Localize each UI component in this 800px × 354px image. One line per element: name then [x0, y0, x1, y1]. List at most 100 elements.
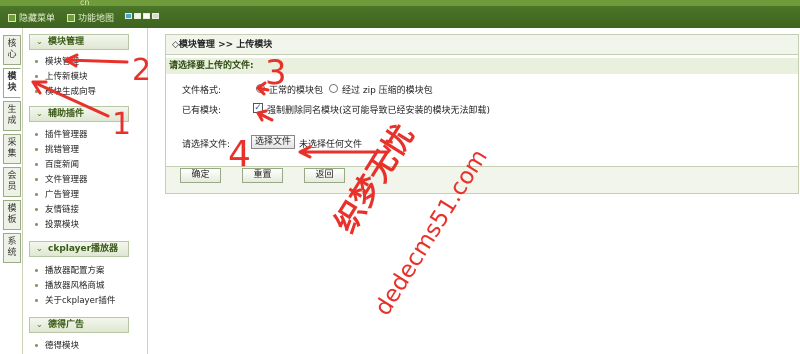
- skin-swatch[interactable]: [134, 13, 141, 19]
- format-radio-normal[interactable]: [256, 84, 265, 93]
- site-map-icon: [67, 13, 75, 22]
- menu-group-title: ckplayer播放器: [48, 244, 119, 254]
- menu-item-upload-module[interactable]: 上传新模块: [35, 70, 88, 84]
- hide-menu-icon: [8, 13, 16, 22]
- menu-item-label: 广告管理: [45, 190, 80, 200]
- tab-members[interactable]: 会员: [3, 167, 21, 197]
- menu-group-title: 模块管理: [48, 37, 85, 47]
- menu-item-label: 德得模块: [45, 341, 80, 351]
- menu-item-module-wizard[interactable]: 模块生成向导: [35, 85, 96, 99]
- skin-swatch[interactable]: [152, 13, 159, 19]
- menu-item-label: 百度新闻: [45, 160, 80, 170]
- menu-item-label: 模块管理: [45, 57, 80, 67]
- chevron-down-icon: ⌄: [36, 320, 43, 329]
- skin-swatch[interactable]: [125, 13, 132, 19]
- choose-file-button[interactable]: 选择文件: [251, 135, 295, 149]
- breadcrumb-parent[interactable]: ◇模块管理: [172, 40, 215, 50]
- skin-swatches: [125, 13, 159, 19]
- tab-label: 会员: [7, 171, 17, 192]
- bullet-icon: [35, 75, 38, 78]
- chevron-down-icon: ⌄: [36, 244, 43, 253]
- bullet-icon: [35, 163, 38, 166]
- tab-label: 采集: [7, 138, 17, 159]
- brand-text: cn: [80, 0, 90, 7]
- tab-label: 核心: [7, 39, 17, 60]
- reset-button[interactable]: 重置: [242, 168, 283, 183]
- menu-item-label: 模块生成向导: [45, 87, 97, 97]
- menu-group-title: 辅助插件: [48, 109, 85, 119]
- hide-menu-label: 隐藏菜单: [19, 14, 56, 24]
- tab-label: 模板: [7, 204, 17, 225]
- skin-swatch[interactable]: [143, 13, 150, 19]
- format-radio-zip[interactable]: [329, 84, 338, 93]
- brand-strip: [0, 0, 800, 6]
- side-menu: ⌄ 模块管理 模块管理 上传新模块 模块生成向导 ⌄ 辅助插件 插件管理器 挑错…: [22, 28, 139, 354]
- tab-templates[interactable]: 模板: [3, 200, 21, 230]
- chevron-down-icon: ⌄: [36, 37, 43, 46]
- top-toolbar: cn 隐藏菜单 功能地图: [0, 0, 800, 28]
- bullet-icon: [35, 284, 38, 287]
- site-map-button[interactable]: 功能地图: [67, 11, 114, 24]
- confirm-button[interactable]: 确定: [180, 168, 221, 183]
- tab-modules[interactable]: 模块: [3, 68, 21, 98]
- format-normal-label: 正常的模块包: [269, 86, 324, 96]
- bullet-icon: [35, 148, 38, 151]
- section-title: 请选择要上传的文件:: [166, 58, 798, 74]
- menu-group-dede-ads[interactable]: ⌄ 德得广告: [29, 317, 129, 333]
- menu-item-vote[interactable]: 投票模块: [35, 218, 79, 232]
- menu-item-error-report[interactable]: 挑错管理: [35, 143, 79, 157]
- menu-item-friend-links[interactable]: 友情链接: [35, 203, 79, 217]
- frame-divider: [147, 28, 148, 354]
- hide-menu-button[interactable]: 隐藏菜单: [8, 11, 55, 24]
- menu-item-label: 播放器风格商城: [45, 281, 105, 291]
- back-button[interactable]: 返回: [304, 168, 345, 183]
- tab-core[interactable]: 核心: [3, 35, 21, 65]
- menu-item-label: 关于ckplayer插件: [45, 296, 116, 306]
- format-label: 文件格式:: [182, 86, 222, 96]
- menu-item-module-admin[interactable]: 模块管理: [35, 55, 79, 69]
- force-delete-checkbox[interactable]: ✓: [253, 103, 263, 113]
- site-map-label: 功能地图: [78, 14, 115, 24]
- chevron-down-icon: ⌄: [36, 109, 43, 118]
- menu-item-label: 友情链接: [45, 205, 80, 215]
- bullet-icon: [35, 90, 38, 93]
- tab-collect[interactable]: 采集: [3, 134, 21, 164]
- tab-system[interactable]: 系统: [3, 233, 21, 263]
- breadcrumb-separator: >>: [218, 40, 234, 50]
- tab-generate[interactable]: 生成: [3, 101, 21, 131]
- bullet-icon: [35, 299, 38, 302]
- tab-label: 生成: [7, 105, 17, 126]
- breadcrumb-current: 上传模块: [236, 40, 273, 50]
- bullet-icon: [35, 269, 38, 272]
- format-zip-label: 经过 zip 压缩的模块包: [342, 86, 433, 96]
- menu-item-about-ckplayer[interactable]: 关于ckplayer插件: [35, 294, 115, 308]
- menu-item-file-manager[interactable]: 文件管理器: [35, 173, 88, 187]
- menu-group-plugins[interactable]: ⌄ 辅助插件: [29, 106, 129, 122]
- breadcrumb: ◇模块管理 >> 上传模块: [166, 35, 798, 55]
- menu-item-player-config[interactable]: 播放器配置方案: [35, 264, 105, 278]
- menu-group-title: 德得广告: [48, 320, 85, 330]
- menu-group-module-admin[interactable]: ⌄ 模块管理: [29, 34, 129, 50]
- menu-item-label: 播放器配置方案: [45, 266, 105, 276]
- no-file-status: 未选择任何文件: [299, 140, 363, 150]
- force-delete-label: 强制删除同名模块(这可能导致已经安装的模块无法卸载): [267, 106, 491, 116]
- bullet-icon: [35, 208, 38, 211]
- menu-item-label: 上传新模块: [45, 72, 88, 82]
- choose-file-label: 请选择文件:: [182, 140, 231, 150]
- menu-item-label: 投票模块: [45, 220, 80, 230]
- menu-group-ckplayer[interactable]: ⌄ ckplayer播放器: [29, 241, 129, 257]
- bullet-icon: [35, 344, 38, 347]
- menu-item-label: 挑错管理: [45, 145, 80, 155]
- screen: cn 隐藏菜单 功能地图 核心 模块 生成 采集 会员 模板 系统 ⌄ 模块管理…: [0, 0, 800, 354]
- menu-item-player-styles[interactable]: 播放器风格商城: [35, 279, 105, 293]
- bullet-icon: [35, 133, 38, 136]
- bullet-icon: [35, 178, 38, 181]
- menu-item-label: 插件管理器: [45, 130, 88, 140]
- menu-item-dede-module[interactable]: 德得模块: [35, 339, 79, 353]
- menu-item-baidu-news[interactable]: 百度新闻: [35, 158, 79, 172]
- menu-item-ad-manager[interactable]: 广告管理: [35, 188, 79, 202]
- bullet-icon: [35, 193, 38, 196]
- bullet-icon: [35, 223, 38, 226]
- menu-item-plugin-manager[interactable]: 插件管理器: [35, 128, 88, 142]
- bullet-icon: [35, 60, 38, 63]
